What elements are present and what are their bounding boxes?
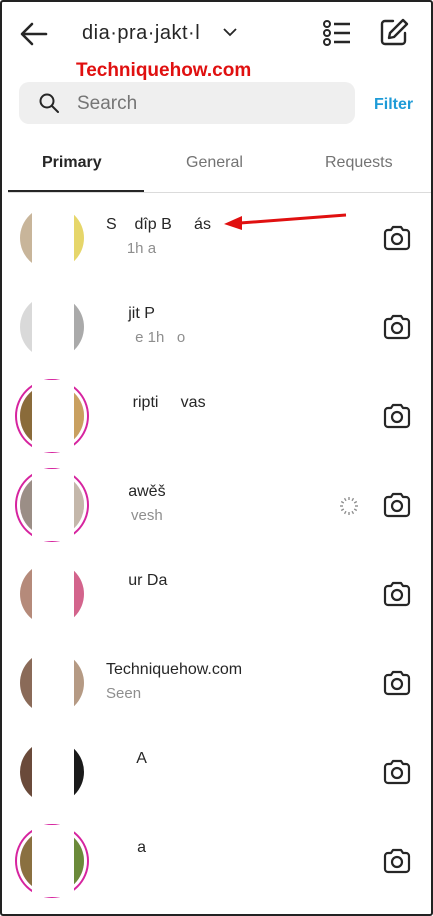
thread-row[interactable]: a — [0, 817, 433, 906]
privacy-mask — [32, 202, 74, 274]
account-name[interactable]: dia·pra·jakt·l — [82, 22, 200, 45]
privacy-mask — [32, 469, 74, 541]
annotation-arrow-icon — [224, 213, 347, 230]
thread-name: ur Da — [106, 572, 168, 589]
thread-status — [106, 418, 127, 435]
thread-name: A — [106, 750, 147, 767]
thread-row[interactable]: jit P e 1h o — [0, 283, 433, 372]
thread-row[interactable]: ur Da — [0, 550, 433, 639]
new-message-icon[interactable] — [378, 16, 410, 48]
thread-name: ripti vas — [106, 394, 206, 411]
thread-row[interactable]: ripti vas — [0, 372, 433, 461]
thread-row[interactable]: A — [0, 728, 433, 817]
privacy-mask — [32, 380, 74, 452]
thread-status: e 1h o — [106, 329, 186, 346]
watermark-text: Techniquehow.com — [76, 60, 252, 81]
camera-icon[interactable] — [382, 223, 412, 253]
thread-row[interactable]: Techniquehow.com Seen — [0, 639, 433, 728]
camera-icon[interactable] — [382, 846, 412, 876]
privacy-mask — [32, 736, 74, 808]
camera-icon[interactable] — [382, 757, 412, 787]
search-bar[interactable] — [19, 82, 355, 124]
privacy-mask — [32, 647, 74, 719]
thread-name: a — [106, 839, 147, 856]
thread-name: awěš — [106, 483, 166, 500]
top-bar: dia·pra·jakt·l — [0, 14, 433, 54]
camera-icon[interactable] — [382, 668, 412, 698]
search-icon — [39, 93, 59, 113]
thread-name: S dîp B ás — [106, 216, 211, 233]
thread-name: Techniquehow.com — [106, 661, 243, 678]
thread-status: 1h a — [106, 240, 157, 257]
active-tab-indicator — [8, 190, 144, 192]
search-input[interactable] — [77, 93, 327, 115]
thread-row[interactable]: awěš vesh — [0, 461, 433, 550]
privacy-mask — [32, 558, 74, 630]
thread-status: Seen — [106, 685, 142, 702]
thread-status — [106, 596, 127, 613]
privacy-mask — [32, 291, 74, 363]
list-icon[interactable] — [322, 18, 352, 48]
tab-general[interactable]: General — [186, 154, 243, 172]
camera-icon[interactable] — [382, 401, 412, 431]
privacy-mask — [32, 825, 74, 897]
camera-icon[interactable] — [382, 579, 412, 609]
filter-button[interactable]: Filter — [374, 96, 413, 114]
camera-icon[interactable] — [382, 490, 412, 520]
thread-status: vesh — [106, 507, 163, 524]
tab-primary[interactable]: Primary — [42, 154, 102, 172]
chevron-down-icon[interactable] — [222, 24, 238, 40]
tab-bar: Primary General Requests — [8, 140, 433, 193]
thread-name: jit P — [106, 305, 155, 322]
tab-requests[interactable]: Requests — [325, 154, 393, 172]
camera-icon[interactable] — [382, 312, 412, 342]
loading-spinner-icon — [339, 496, 359, 516]
back-arrow-icon[interactable] — [18, 18, 50, 50]
thread-row[interactable]: S dîp B ás 1h a — [0, 194, 433, 283]
